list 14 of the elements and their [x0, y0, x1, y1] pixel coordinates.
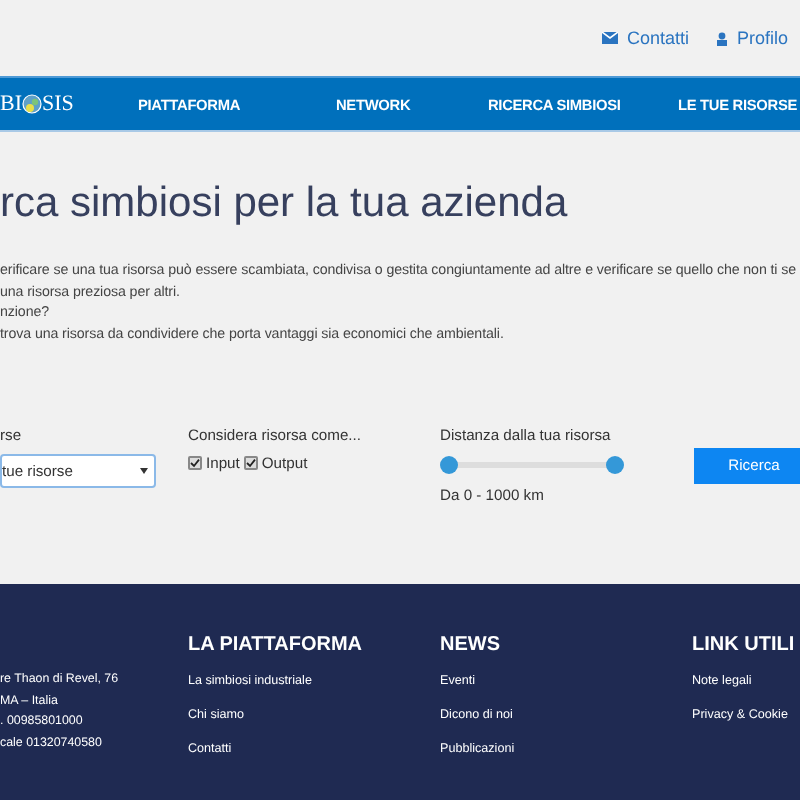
top-link[interactable]: Profilo — [716, 28, 788, 48]
caret-icon — [140, 467, 148, 474]
globe-icon — [22, 94, 42, 114]
checkbox[interactable] — [243, 455, 258, 470]
envelope-icon — [602, 32, 619, 44]
logo[interactable]: BI SIS — [0, 92, 88, 116]
user-icon — [716, 31, 729, 45]
checkbox[interactable] — [188, 455, 202, 470]
top-link[interactable]: Contatti — [602, 28, 689, 48]
footer-heading: LINK UTILI — [692, 633, 797, 656]
footer-heading: NEWS — [440, 633, 502, 656]
distance-slider[interactable] — [440, 455, 624, 474]
page-title: rca simbiosi per la tua azienda — [0, 178, 570, 230]
footer-heading: LA PIATTAFORMA — [188, 633, 365, 656]
